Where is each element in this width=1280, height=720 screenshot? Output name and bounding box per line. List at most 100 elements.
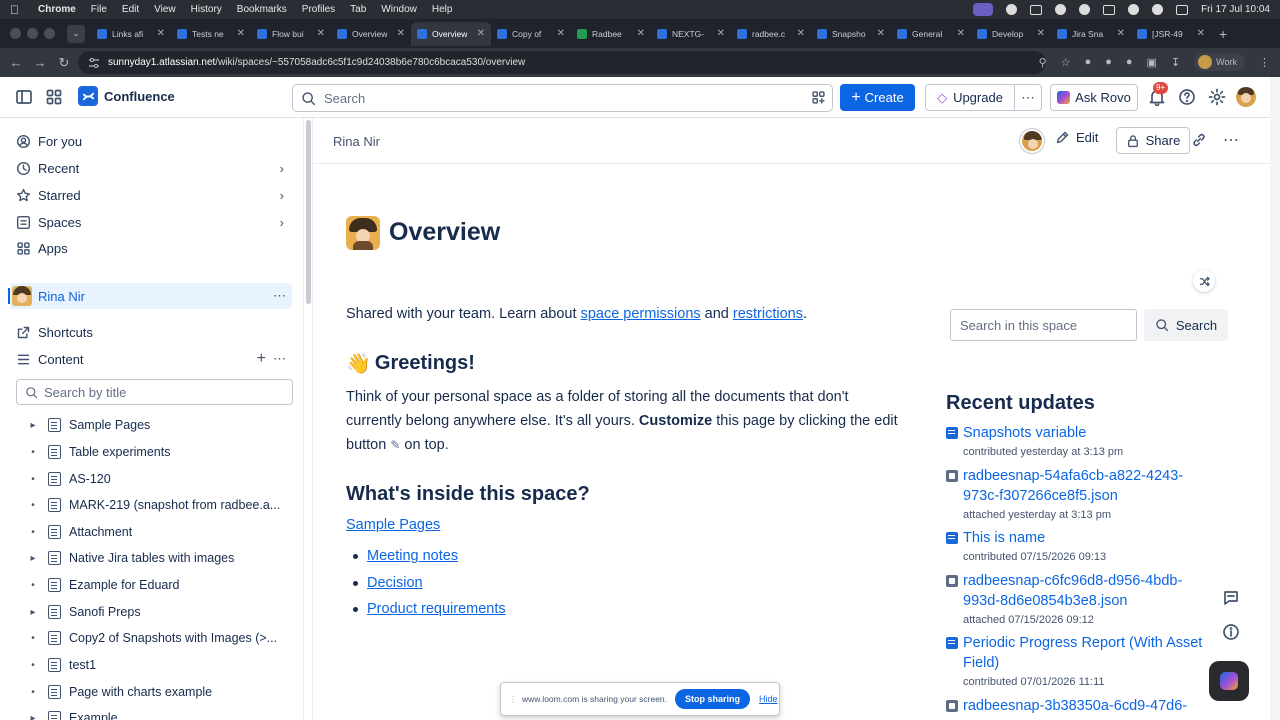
sidebar-content[interactable]: Content + ⋯: [16, 347, 292, 371]
recent-update-link[interactable]: Snapshots variable: [963, 423, 1086, 443]
forward-icon[interactable]: →: [28, 55, 52, 70]
close-tab-icon[interactable]: ✕: [477, 28, 485, 39]
space-permissions-link[interactable]: space permissions: [581, 306, 701, 322]
menu-edit[interactable]: Edit: [122, 4, 139, 15]
close-tab-icon[interactable]: ✕: [1197, 28, 1205, 39]
sidebar-item-starred[interactable]: Starred ›: [16, 183, 292, 207]
chrome-menu-icon[interactable]: ⋮: [1259, 56, 1270, 69]
recent-update-link[interactable]: radbeesnap-54afa6cb-a822-4243-973c-f3072…: [963, 466, 1206, 506]
sidebar-item-apps[interactable]: Apps: [16, 236, 292, 260]
sidebar-toggle-icon[interactable]: [15, 88, 33, 106]
extension-icon[interactable]: ●: [1105, 56, 1112, 68]
browser-tab[interactable]: Copy of ✕: [491, 22, 571, 46]
chevron-right-icon[interactable]: ▸: [26, 553, 40, 564]
control-center-icon[interactable]: [1176, 4, 1189, 15]
browser-tab[interactable]: Jira Sna ✕: [1051, 22, 1131, 46]
info-icon[interactable]: [1222, 623, 1240, 641]
zoom-window-icon[interactable]: [44, 28, 55, 39]
browser-tab[interactable]: Snapsho ✕: [811, 22, 891, 46]
more-actions-icon[interactable]: ⋯: [1223, 130, 1240, 150]
menu-file[interactable]: File: [91, 4, 107, 15]
menu-view[interactable]: View: [154, 4, 176, 15]
sidebar-item-for-you[interactable]: For you: [16, 129, 292, 153]
profile-button[interactable]: Work: [1194, 53, 1245, 71]
tree-item[interactable]: • Table experiments: [26, 440, 294, 464]
confluence-logo[interactable]: Confluence: [78, 86, 175, 106]
search-icon[interactable]: [1152, 4, 1164, 15]
stop-sharing-button[interactable]: Stop sharing: [675, 689, 751, 709]
screen-record-icon[interactable]: [973, 3, 994, 16]
vpn-icon[interactable]: [1079, 4, 1091, 15]
space-header-row[interactable]: Rina Nir ⋯: [8, 283, 292, 309]
extension-icon[interactable]: ●: [1126, 56, 1133, 68]
browser-tab[interactable]: Links afi ✕: [91, 22, 171, 46]
reload-icon[interactable]: ↻: [52, 55, 76, 71]
more-options-icon[interactable]: ⋯: [273, 351, 286, 367]
restrictions-link[interactable]: restrictions: [733, 306, 803, 322]
title-search-input[interactable]: Search by title: [16, 379, 293, 405]
sidebar-scrollbar[interactable]: [303, 118, 313, 720]
drag-handle-icon[interactable]: ⋮: [509, 695, 517, 704]
tree-item[interactable]: ▸ Example: [26, 706, 294, 720]
global-search-input[interactable]: Search: [292, 84, 833, 112]
chevron-right-icon[interactable]: ▸: [26, 713, 40, 720]
menu-profiles[interactable]: Profiles: [302, 4, 335, 15]
status-icon[interactable]: [1006, 4, 1018, 15]
tree-item[interactable]: • AS-120: [26, 467, 294, 491]
recent-update-link[interactable]: radbeesnap-3b38350a-6cd9-47d6-: [963, 696, 1187, 716]
browser-tab[interactable]: Develop ✕: [971, 22, 1051, 46]
meeting-notes-link[interactable]: Meeting notes: [367, 548, 458, 564]
upgrade-button[interactable]: ◇ Upgrade: [925, 84, 1015, 111]
help-icon[interactable]: [1178, 88, 1196, 106]
tree-item[interactable]: ▸ Sample Pages: [26, 413, 294, 437]
sample-pages-link[interactable]: Sample Pages: [346, 517, 440, 533]
site-info-icon[interactable]: [88, 57, 100, 69]
tree-item[interactable]: • Page with charts example: [26, 680, 294, 704]
sidebar-item-spaces[interactable]: Spaces ›: [16, 210, 292, 234]
close-tab-icon[interactable]: ✕: [237, 28, 245, 39]
menu-app-name[interactable]: Chrome: [38, 4, 76, 15]
back-icon[interactable]: ←: [4, 55, 28, 70]
browser-tab[interactable]: Flow bui ✕: [251, 22, 331, 46]
ask-rovo-button[interactable]: Ask Rovo: [1050, 84, 1138, 111]
space-search-input[interactable]: Search in this space: [950, 309, 1137, 341]
bookmark-star-icon[interactable]: ☆: [1061, 56, 1071, 69]
close-tab-icon[interactable]: ✕: [877, 28, 885, 39]
shuffle-icon[interactable]: [1193, 270, 1215, 292]
new-tab-icon[interactable]: +: [1219, 26, 1227, 42]
extension-icon[interactable]: ●: [1085, 56, 1092, 68]
more-options-icon[interactable]: ⋯: [273, 288, 286, 304]
sidebar-shortcuts[interactable]: Shortcuts: [16, 320, 292, 344]
browser-tab[interactable]: [JSR-49 ✕: [1131, 22, 1211, 46]
user-avatar[interactable]: [1236, 87, 1256, 107]
rovo-chat-button[interactable]: [1209, 661, 1249, 701]
tree-item[interactable]: • test1: [26, 653, 294, 677]
contributor-avatar[interactable]: [1020, 129, 1044, 153]
close-tab-icon[interactable]: ✕: [797, 28, 805, 39]
menubar-clock[interactable]: Fri 17 Jul 10:04: [1201, 4, 1270, 15]
scrollbar-thumb[interactable]: [306, 120, 311, 304]
settings-gear-icon[interactable]: [1208, 88, 1226, 106]
chevron-right-icon[interactable]: ▸: [26, 607, 40, 618]
browser-tab[interactable]: Radbee ✕: [571, 22, 651, 46]
chevron-right-icon[interactable]: ▸: [26, 420, 40, 431]
close-window-icon[interactable]: [10, 28, 21, 39]
menu-tab[interactable]: Tab: [350, 4, 366, 15]
browser-tab[interactable]: NEXTG- ✕: [651, 22, 731, 46]
product-requirements-link[interactable]: Product requirements: [367, 601, 506, 617]
close-tab-icon[interactable]: ✕: [317, 28, 325, 39]
keyboard-icon[interactable]: [1103, 4, 1116, 15]
tree-item[interactable]: • MARK-219 (snapshot from radbee.a...: [26, 493, 294, 517]
menu-history[interactable]: History: [191, 4, 222, 15]
close-tab-icon[interactable]: ✕: [637, 28, 645, 39]
tree-item[interactable]: • Attachment: [26, 520, 294, 544]
close-tab-icon[interactable]: ✕: [717, 28, 725, 39]
edit-button[interactable]: Edit: [1055, 130, 1098, 145]
tree-item[interactable]: ▸ Native Jira tables with images: [26, 546, 294, 570]
share-button[interactable]: Share: [1116, 127, 1190, 154]
wifi-icon[interactable]: [1128, 4, 1140, 15]
more-actions-icon[interactable]: ⋯: [1015, 84, 1042, 111]
sidebar-item-recent[interactable]: Recent ›: [16, 156, 292, 180]
close-tab-icon[interactable]: ✕: [157, 28, 165, 39]
extensions-puzzle-icon[interactable]: ▣: [1147, 56, 1157, 69]
